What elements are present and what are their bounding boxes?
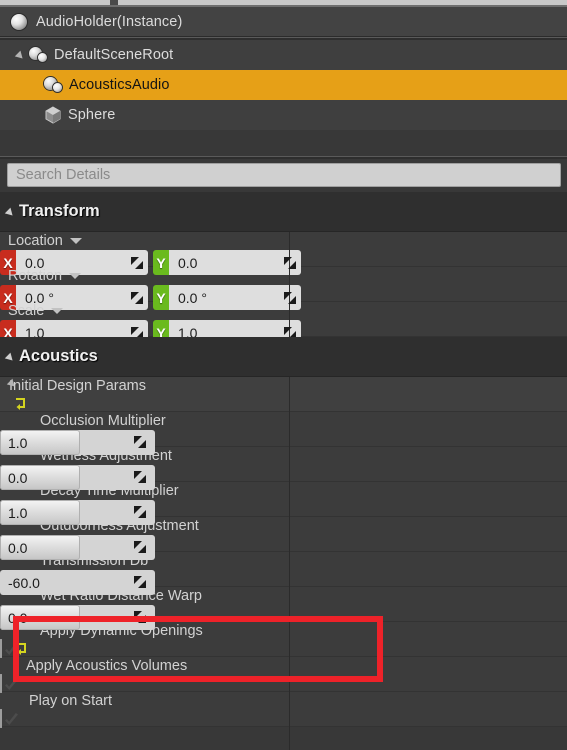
slider-numeric-field[interactable]: -60.0 — [0, 570, 155, 595]
property-label: Location — [8, 233, 63, 249]
axis-badge-y: Y — [153, 250, 169, 275]
property-label: Apply Acoustics Volumes — [26, 658, 188, 674]
axis-field-y[interactable]: Y 0.0 ° — [153, 285, 301, 310]
tree-item-label: Sphere — [68, 107, 116, 123]
expand-triangle-icon[interactable] — [16, 49, 28, 61]
chevron-down-icon[interactable] — [69, 237, 82, 244]
scene-component-icon — [44, 76, 64, 94]
window-top-strip — [0, 0, 567, 7]
static-mesh-icon — [44, 106, 62, 124]
actor-sphere-icon — [10, 13, 28, 31]
slider-numeric-field[interactable]: 1.0 — [0, 500, 155, 525]
tree-item-defaultsceneroot[interactable]: DefaultSceneRoot — [0, 40, 567, 70]
axis-field-y[interactable]: Y 0.0 — [153, 250, 301, 275]
property-label: Scale — [8, 303, 45, 319]
details-panel: AudioHolder(Instance) DefaultSceneRoot Aco… — [0, 0, 567, 750]
column-divider — [289, 192, 290, 750]
spinner-arrows-icon[interactable] — [283, 256, 297, 270]
scene-component-icon — [29, 46, 49, 64]
slider-value: 1.0 — [8, 504, 28, 521]
property-label: Play on Start — [29, 693, 113, 709]
tree-item-acousticsaudio[interactable]: AcousticsAudio — [0, 70, 567, 100]
axis-value-y[interactable]: 0.0 — [169, 250, 301, 275]
section-header-transform[interactable]: Transform — [0, 192, 567, 232]
checkbox[interactable] — [0, 709, 18, 728]
property-row-initial-design-params: Initial Design Params — [0, 377, 567, 412]
tree-item-label: AcousticsAudio — [69, 77, 170, 93]
spinner-arrows-icon[interactable] — [133, 575, 147, 589]
search-details-container — [0, 161, 567, 189]
tree-root-label: AudioHolder(Instance) — [36, 13, 183, 30]
tree-item-label: DefaultSceneRoot — [54, 47, 174, 63]
slider-numeric-field[interactable]: 0.0 — [0, 465, 155, 490]
axis-value-text: 0.0 — [178, 254, 198, 271]
tree-bottom-separator — [0, 156, 567, 159]
axis-badge-y: Y — [153, 285, 169, 310]
checkbox[interactable] — [0, 639, 18, 658]
slider-numeric-field[interactable]: 1.0 — [0, 430, 155, 455]
property-row-location: Location X 0.0 Y 0.0 — [0, 232, 567, 275]
section-expand-triangle-icon[interactable] — [6, 206, 18, 218]
slider-value: 0.0 — [8, 609, 28, 626]
slider-value: 0.0 — [8, 469, 28, 486]
component-tree: AudioHolder(Instance) DefaultSceneRoot Aco… — [0, 7, 567, 159]
spinner-arrows-icon[interactable] — [133, 470, 147, 484]
axis-value-text: 0.0 ° — [178, 289, 207, 306]
chevron-down-icon[interactable] — [51, 307, 64, 314]
axis-value-y[interactable]: 0.0 ° — [169, 285, 301, 310]
property-label: Initial Design Params — [9, 378, 146, 394]
slider-value: -60.0 — [8, 574, 40, 591]
section-title: Acoustics — [19, 347, 98, 365]
checkbox[interactable] — [0, 674, 18, 693]
spinner-arrows-icon[interactable] — [130, 256, 144, 270]
spinner-arrows-icon[interactable] — [283, 291, 297, 305]
section-expand-triangle-icon[interactable] — [6, 351, 18, 363]
property-label: Occlusion Multiplier — [40, 413, 166, 429]
slider-numeric-field[interactable]: 0.0 — [0, 605, 155, 630]
tree-item-sphere[interactable]: Sphere — [0, 100, 567, 130]
slider-value: 1.0 — [8, 434, 28, 451]
spinner-arrows-icon[interactable] — [133, 505, 147, 519]
property-row-apply-acoustics-volumes: Apply Acoustics Volumes — [0, 657, 567, 693]
section-title: Transform — [19, 202, 100, 220]
spinner-arrows-icon[interactable] — [130, 291, 144, 305]
property-row-occlusion-multiplier: Occlusion Multiplier 1.0 — [0, 412, 567, 455]
spinner-arrows-icon[interactable] — [133, 610, 147, 624]
property-label: Rotation — [8, 268, 63, 284]
slider-numeric-field[interactable]: 0.0 — [0, 535, 155, 560]
spinner-arrows-icon[interactable] — [133, 435, 147, 449]
chevron-down-icon[interactable] — [69, 272, 82, 279]
property-row-play-on-start: Play on Start — [0, 692, 567, 728]
search-input[interactable] — [7, 163, 561, 187]
slider-value: 0.0 — [8, 539, 28, 556]
section-header-acoustics[interactable]: Acoustics — [0, 337, 567, 377]
details-scroll-area[interactable]: Transform Location X 0.0 Y 0.0 Rotation X 0.0 ° Y… — [0, 192, 567, 750]
spinner-arrows-icon[interactable] — [133, 540, 147, 554]
tree-root-actor[interactable]: AudioHolder(Instance) — [0, 7, 567, 37]
